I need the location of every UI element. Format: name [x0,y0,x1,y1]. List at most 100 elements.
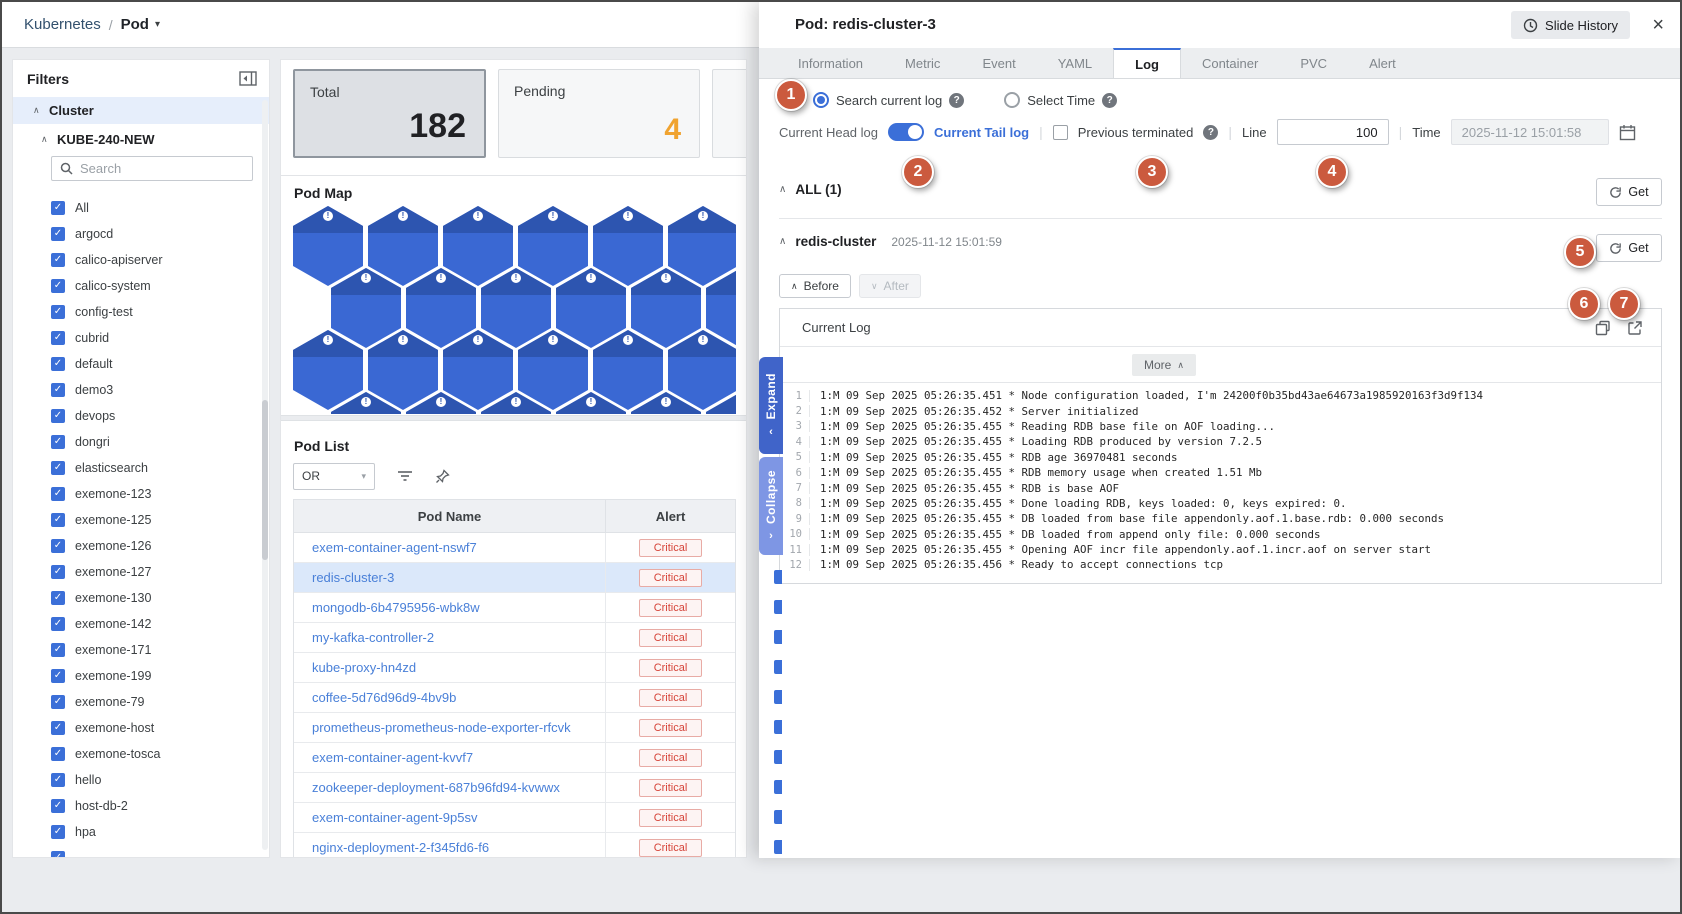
namespace-item-exemone-127[interactable]: ✓exemone-127 [13,559,269,585]
tab-pvc[interactable]: PVC [1279,48,1348,78]
checkbox-checked-icon[interactable]: ✓ [51,383,65,397]
namespace-item-exemone-79[interactable]: ✓exemone-79 [13,689,269,715]
checkbox-checked-icon[interactable]: ✓ [51,825,65,839]
namespace-item-elasticsearch[interactable]: ✓elasticsearch [13,455,269,481]
namespace-item-calico-apiserver[interactable]: ✓calico-apiserver [13,247,269,273]
tab-event[interactable]: Event [961,48,1036,78]
namespace-item-exemone-125[interactable]: ✓exemone-125 [13,507,269,533]
namespace-item-argocd[interactable]: ✓argocd [13,221,269,247]
checkbox-checked-icon[interactable]: ✓ [51,799,65,813]
checkbox-checked-icon[interactable]: ✓ [51,461,65,475]
caret-up-icon[interactable]: ∧ [779,184,786,195]
sidebar-scrollbar-thumb[interactable] [262,400,268,560]
expand-tab[interactable]: Expand ‹ [759,357,783,454]
namespace-item-exemone-130[interactable]: ✓exemone-130 [13,585,269,611]
pod-name-link[interactable]: exem-container-agent-9p5sv [294,803,606,832]
namespace-item-hello[interactable]: ✓hello [13,767,269,793]
checkbox-checked-icon[interactable]: ✓ [51,695,65,709]
breadcrumb-app[interactable]: Kubernetes [24,16,101,33]
namespace-search-input[interactable]: Search [51,156,253,181]
caret-up-icon[interactable]: ∧ [33,105,49,116]
checkbox-checked-icon[interactable]: ✓ [51,617,65,631]
pod-name-link[interactable]: kube-proxy-hn4zd [294,653,606,682]
table-row[interactable]: redis-cluster-3Critical [294,563,735,593]
calendar-icon[interactable] [1619,124,1636,141]
caret-up-icon[interactable]: ∧ [779,236,786,247]
namespace-item-clipped[interactable]: ✓ [13,845,269,858]
checkbox-checked-icon[interactable]: ✓ [51,227,65,241]
checkbox-checked-icon[interactable]: ✓ [51,279,65,293]
checkbox-checked-icon[interactable]: ✓ [51,513,65,527]
column-pod-name[interactable]: Pod Name [294,500,606,532]
close-icon[interactable]: × [1652,12,1664,38]
open-external-icon[interactable] [1627,320,1643,336]
table-row[interactable]: nginx-deployment-2-f345fd6-f6Critical [294,833,735,858]
checkbox-checked-icon[interactable]: ✓ [51,591,65,605]
namespace-item-exemone-tosca[interactable]: ✓exemone-tosca [13,741,269,767]
namespace-item-exemone-host[interactable]: ✓exemone-host [13,715,269,741]
checkbox-checked-icon[interactable]: ✓ [51,487,65,501]
namespace-item-demo3[interactable]: ✓demo3 [13,377,269,403]
table-row[interactable]: zookeeper-deployment-687b96fd94-kvwwxCri… [294,773,735,803]
namespace-item-devops[interactable]: ✓devops [13,403,269,429]
tab-information[interactable]: Information [777,48,884,78]
checkbox-checked-icon[interactable]: ✓ [51,539,65,553]
checkbox-checked-icon[interactable]: ✓ [51,565,65,579]
checkbox-checked-icon[interactable]: ✓ [51,643,65,657]
get-all-button[interactable]: Get [1596,178,1662,206]
namespace-item-exemone-123[interactable]: ✓exemone-123 [13,481,269,507]
checkbox-checked-icon[interactable]: ✓ [51,669,65,683]
namespace-item-hpa[interactable]: ✓hpa [13,819,269,845]
breadcrumb-page[interactable]: Pod [121,16,149,33]
pod-name-link[interactable]: exem-container-agent-nswf7 [294,533,606,562]
more-button[interactable]: More ∧ [1132,354,1196,376]
table-row[interactable]: exem-container-agent-kvvf7Critical [294,743,735,773]
checkbox-checked-icon[interactable]: ✓ [51,357,65,371]
tab-container[interactable]: Container [1181,48,1279,78]
tab-log[interactable]: Log [1113,48,1181,78]
summary-card-total[interactable]: Total 182 [293,69,486,158]
pod-name-link[interactable]: exem-container-agent-kvvf7 [294,743,606,772]
caret-up-icon[interactable]: ∧ [41,134,57,145]
namespace-item-cubrid[interactable]: ✓cubrid [13,325,269,351]
pod-name-link[interactable]: prometheus-prometheus-node-exporter-rfcv… [294,713,606,742]
checkbox-checked-icon[interactable]: ✓ [51,331,65,345]
table-row[interactable]: exem-container-agent-nswf7Critical [294,533,735,563]
pod-name-link[interactable]: zookeeper-deployment-687b96fd94-kvwwx [294,773,606,802]
summary-card-partial[interactable] [712,69,747,158]
radio-select-time[interactable] [1004,92,1020,108]
table-row[interactable]: kube-proxy-hn4zdCritical [294,653,735,683]
help-icon[interactable]: ? [1102,93,1117,108]
namespace-item-All[interactable]: ✓All [13,195,269,221]
filter-icon[interactable] [397,470,413,482]
namespace-item-exemone-126[interactable]: ✓exemone-126 [13,533,269,559]
table-row[interactable]: prometheus-prometheus-node-exporter-rfcv… [294,713,735,743]
checkbox-checked-icon[interactable]: ✓ [51,747,65,761]
copy-icon[interactable] [1595,320,1611,336]
pod-name-link[interactable]: coffee-5d76d96d9-4bv9b [294,683,606,712]
tab-metric[interactable]: Metric [884,48,961,78]
column-alert[interactable]: Alert [606,500,735,532]
summary-card-pending[interactable]: Pending 4 [498,69,700,158]
checkbox-checked-icon[interactable]: ✓ [51,435,65,449]
table-row[interactable]: coffee-5d76d96d9-4bv9bCritical [294,683,735,713]
pod-name-link[interactable]: redis-cluster-3 [294,563,606,592]
tab-yaml[interactable]: YAML [1037,48,1113,78]
before-button[interactable]: ∧ Before [779,274,851,298]
head-tail-toggle[interactable] [888,123,924,141]
operator-select[interactable]: OR ▾ [293,463,375,490]
pin-icon[interactable] [435,469,450,484]
namespace-item-dongri[interactable]: ✓dongri [13,429,269,455]
namespace-item-exemone-142[interactable]: ✓exemone-142 [13,611,269,637]
namespace-item-exemone-171[interactable]: ✓exemone-171 [13,637,269,663]
table-row[interactable]: mongodb-6b4795956-wbk8wCritical [294,593,735,623]
namespace-item-config-test[interactable]: ✓config-test [13,299,269,325]
collapse-tab[interactable]: Collapse › [759,457,783,555]
checkbox-checked-icon[interactable]: ✓ [51,851,65,858]
pod-name-link[interactable]: nginx-deployment-2-f345fd6-f6 [294,833,606,858]
get-pod-button[interactable]: Get [1596,234,1662,262]
table-row[interactable]: my-kafka-controller-2Critical [294,623,735,653]
slide-history-button[interactable]: Slide History [1511,11,1630,39]
collapse-panel-icon[interactable] [239,71,257,86]
namespace-item-default[interactable]: ✓default [13,351,269,377]
